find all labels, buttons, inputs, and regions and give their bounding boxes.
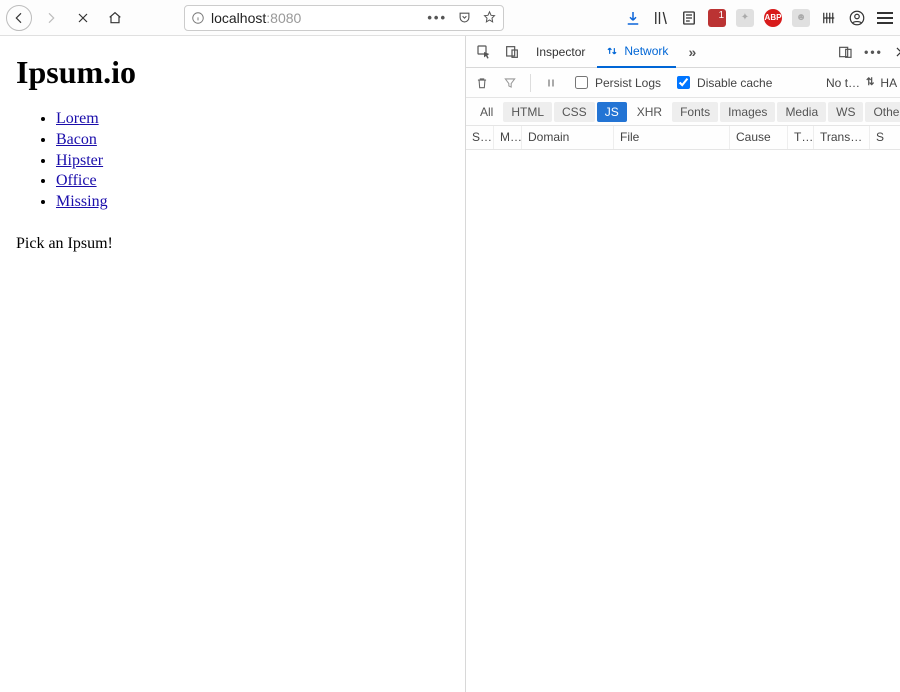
col-cause[interactable]: Cause xyxy=(730,126,788,149)
ipsum-link-list: Lorem Bacon Hipster Office Missing xyxy=(16,109,449,213)
throttle-caret-icon: ⇅ xyxy=(866,77,874,88)
network-type-filters: All HTML CSS JS XHR Fonts Images Media W… xyxy=(466,98,900,126)
devtools-menu-icon[interactable]: ••• xyxy=(861,40,885,64)
filter-all[interactable]: All xyxy=(472,102,501,122)
toolbar-extension-icons: 1 ✦ ABP ☻ xyxy=(624,9,894,27)
filter-images[interactable]: Images xyxy=(720,102,775,122)
disable-cache-label: Disable cache xyxy=(697,76,772,90)
tab-network-label: Network xyxy=(624,44,668,58)
filter-other[interactable]: Other xyxy=(865,102,900,122)
tab-network[interactable]: Network xyxy=(597,36,676,68)
reader-icon[interactable] xyxy=(680,9,698,27)
col-status[interactable]: S… xyxy=(466,126,494,149)
disable-cache-checkbox[interactable]: Disable cache xyxy=(673,73,772,92)
page-actions-icon[interactable]: ••• xyxy=(427,10,447,25)
back-button[interactable] xyxy=(6,5,32,31)
col-transferred[interactable]: Transf… xyxy=(814,126,870,149)
har-select[interactable]: HA xyxy=(880,76,897,90)
url-text: localhost:8080 xyxy=(211,10,421,26)
filter-js[interactable]: JS xyxy=(597,102,627,122)
link-missing[interactable]: Missing xyxy=(56,193,108,210)
url-host: localhost xyxy=(211,10,266,26)
tabs-overflow-icon[interactable]: » xyxy=(680,40,704,64)
link-office[interactable]: Office xyxy=(56,172,97,189)
network-columns: S… Met Domain File Cause T… Transf… S xyxy=(466,126,900,150)
devtools-tabbar: Inspector Network » ••• xyxy=(466,36,900,68)
col-method[interactable]: Met xyxy=(494,126,522,149)
throttle-select[interactable]: No t… xyxy=(826,76,860,90)
page-content: Ipsum.io Lorem Bacon Hipster Office Miss… xyxy=(0,36,465,692)
extension-grey-1[interactable]: ✦ xyxy=(736,9,754,27)
filter-ws[interactable]: WS xyxy=(828,102,863,122)
col-file[interactable]: File xyxy=(614,126,730,149)
pause-recording-icon[interactable] xyxy=(543,75,559,91)
abp-icon[interactable]: ABP xyxy=(764,9,782,27)
site-info-icon[interactable] xyxy=(191,11,205,25)
browser-toolbar: localhost:8080 ••• 1 ✦ ABP ☻ xyxy=(0,0,900,36)
col-size[interactable]: S xyxy=(870,126,884,149)
col-type[interactable]: T… xyxy=(788,126,814,149)
downloads-icon[interactable] xyxy=(624,9,642,27)
url-port: :8080 xyxy=(266,10,301,26)
url-bar[interactable]: localhost:8080 ••• xyxy=(184,5,504,31)
filter-media[interactable]: Media xyxy=(777,102,826,122)
tab-inspector-label: Inspector xyxy=(536,45,585,59)
network-controls: Persist Logs Disable cache No t… ⇅ HA ⇅ xyxy=(466,68,900,98)
page-title: Ipsum.io xyxy=(16,54,449,91)
responsive-mode-icon[interactable] xyxy=(500,40,524,64)
clear-requests-icon[interactable] xyxy=(474,75,490,91)
tab-inspector[interactable]: Inspector xyxy=(528,36,593,68)
link-lorem[interactable]: Lorem xyxy=(56,110,99,127)
account-icon[interactable] xyxy=(848,9,866,27)
network-icon xyxy=(605,44,619,58)
close-devtools-icon[interactable] xyxy=(889,40,900,64)
filter-css[interactable]: CSS xyxy=(554,102,595,122)
devtools-panel: Inspector Network » ••• xyxy=(465,36,900,692)
persist-logs-checkbox[interactable]: Persist Logs xyxy=(571,73,661,92)
col-domain[interactable]: Domain xyxy=(522,126,614,149)
extension-badge-red[interactable]: 1 xyxy=(708,9,726,27)
filter-requests-icon[interactable] xyxy=(502,75,518,91)
stop-button[interactable] xyxy=(70,5,96,31)
element-picker-icon[interactable] xyxy=(472,40,496,64)
urlbar-actions: ••• xyxy=(427,10,497,25)
forward-button[interactable] xyxy=(38,5,64,31)
home-button[interactable] xyxy=(102,5,128,31)
extension-grid-icon[interactable] xyxy=(820,9,838,27)
pocket-icon[interactable] xyxy=(457,10,472,25)
filter-fonts[interactable]: Fonts xyxy=(672,102,718,122)
network-request-list xyxy=(466,150,900,692)
link-hipster[interactable]: Hipster xyxy=(56,152,103,169)
extension-ghost-icon[interactable]: ☻ xyxy=(792,9,810,27)
link-bacon[interactable]: Bacon xyxy=(56,131,97,148)
bookmark-star-icon[interactable] xyxy=(482,10,497,25)
library-icon[interactable] xyxy=(652,9,670,27)
filter-html[interactable]: HTML xyxy=(503,102,552,122)
filter-xhr[interactable]: XHR xyxy=(629,102,670,122)
page-body-text: Pick an Ipsum! xyxy=(16,235,449,253)
persist-logs-label: Persist Logs xyxy=(595,76,661,90)
dock-side-icon[interactable] xyxy=(833,40,857,64)
menu-icon[interactable] xyxy=(876,9,894,27)
